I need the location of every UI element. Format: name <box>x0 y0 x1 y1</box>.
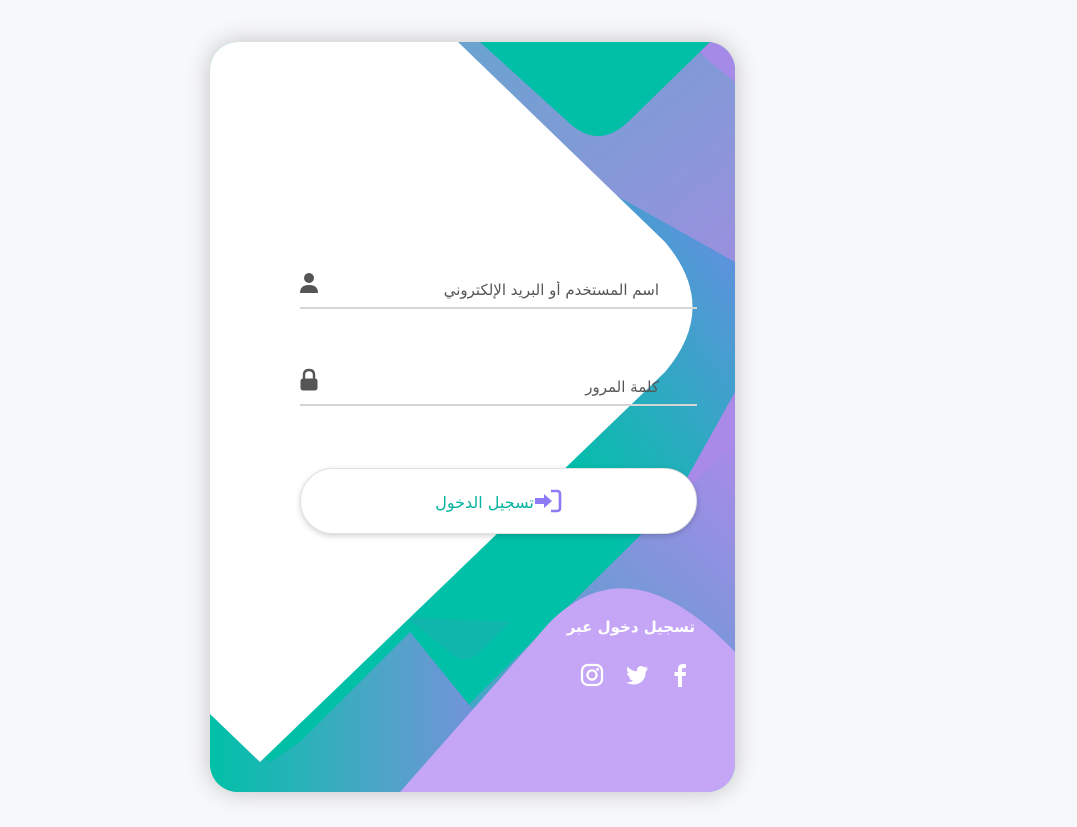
login-card: تسجيل الدخول تسجيل دخول عبر <box>210 42 735 792</box>
social-login-title: تسجيل دخول عبر <box>566 618 695 636</box>
user-icon <box>298 271 320 295</box>
login-button-label: تسجيل الدخول <box>435 492 534 512</box>
username-input[interactable] <box>334 275 661 305</box>
lock-icon <box>298 368 320 392</box>
decorative-background <box>210 42 735 792</box>
password-input[interactable] <box>334 372 661 402</box>
username-field-wrapper <box>300 271 697 309</box>
facebook-icon[interactable] <box>668 663 692 687</box>
twitter-icon[interactable] <box>625 663 649 687</box>
login-button[interactable]: تسجيل الدخول <box>300 468 697 534</box>
sign-in-icon <box>534 489 562 513</box>
instagram-icon[interactable] <box>580 663 604 687</box>
password-field-wrapper <box>300 368 697 406</box>
